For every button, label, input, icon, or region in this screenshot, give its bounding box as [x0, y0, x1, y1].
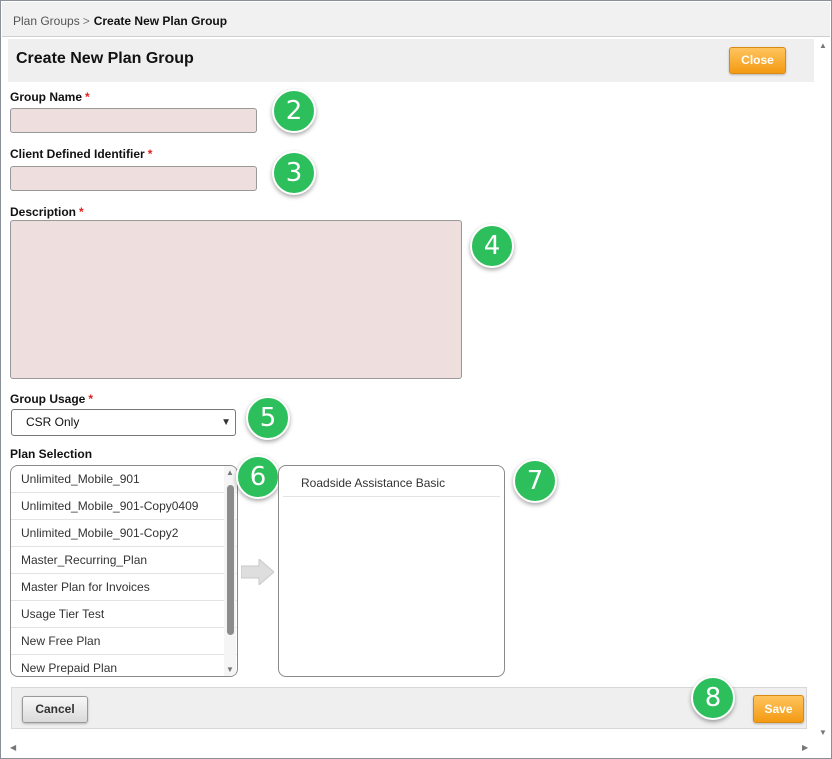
selected-plans-list[interactable]: Roadside Assistance Basic — [278, 465, 505, 677]
client-identifier-label-text: Client Defined Identifier — [10, 147, 145, 161]
list-item[interactable]: New Prepaid Plan — [11, 655, 237, 676]
group-name-label: Group Name * — [10, 90, 90, 104]
group-usage-selected: CSR Only — [26, 415, 80, 429]
save-button[interactable]: Save — [753, 695, 804, 723]
step-badge-5: 5 — [246, 396, 290, 440]
required-marker: * — [88, 392, 94, 406]
horizontal-scrollbar[interactable]: ◀ ▶ — [2, 741, 828, 756]
dialog-window: Plan Groups > Create New Plan Group Create… — [0, 0, 832, 759]
form-footer: Cancel Save — [11, 687, 807, 729]
list-item[interactable]: Unlimited_Mobile_901 — [11, 466, 237, 493]
step-badge-6: 6 — [236, 455, 280, 499]
list-item[interactable]: Master Plan for Invoices — [11, 574, 237, 601]
step-badge-2: 2 — [272, 89, 316, 133]
list-item[interactable]: New Free Plan — [11, 628, 237, 655]
breadcrumb-separator: > — [82, 14, 90, 28]
client-identifier-label: Client Defined Identifier * — [10, 147, 152, 161]
chevron-down-icon: ▼ — [221, 417, 231, 428]
description-label: Description * — [10, 205, 84, 219]
step-badge-3: 3 — [272, 151, 316, 195]
breadcrumb-current: Create New Plan Group — [93, 14, 228, 28]
description-textarea[interactable] — [10, 220, 462, 379]
list-item[interactable]: Usage Tier Test — [11, 601, 237, 628]
group-usage-label-text: Group Usage — [10, 392, 86, 406]
scroll-up-icon[interactable]: ▲ — [819, 41, 827, 50]
scroll-thumb[interactable] — [227, 485, 234, 635]
required-marker: * — [147, 147, 153, 161]
list-scrollbar[interactable]: ▲ ▼ — [224, 466, 236, 676]
step-badge-4: 4 — [470, 224, 514, 268]
scroll-left-icon[interactable]: ◀ — [10, 743, 16, 752]
step-badge-8: 8 — [691, 676, 735, 720]
plan-selection-label: Plan Selection — [10, 447, 93, 461]
required-marker: * — [85, 90, 90, 104]
group-usage-select[interactable]: CSR Only ▼ — [11, 409, 236, 436]
scroll-down-icon[interactable]: ▼ — [225, 665, 235, 674]
required-marker: * — [79, 205, 84, 219]
vertical-scrollbar[interactable]: ▲ ▼ — [814, 37, 830, 741]
breadcrumb: Plan Groups > Create New Plan Group — [2, 2, 830, 37]
page-header: Create New Plan Group Close — [8, 39, 814, 82]
page-title: Create New Plan Group — [16, 50, 194, 67]
group-name-label-text: Group Name — [10, 90, 83, 104]
scroll-right-icon[interactable]: ▶ — [802, 743, 808, 752]
available-plans-list[interactable]: Unlimited_Mobile_901 Unlimited_Mobile_90… — [10, 465, 238, 677]
list-item[interactable]: Unlimited_Mobile_901-Copy2 — [11, 520, 237, 547]
list-item[interactable]: Unlimited_Mobile_901-Copy0409 — [11, 493, 237, 520]
step-badge-7: 7 — [513, 459, 557, 503]
breadcrumb-parent-link[interactable]: Plan Groups — [13, 14, 80, 28]
client-identifier-input[interactable] — [10, 166, 257, 191]
description-label-text: Description — [10, 205, 77, 219]
scroll-down-icon[interactable]: ▼ — [819, 728, 827, 737]
close-button[interactable]: Close — [729, 47, 786, 74]
scroll-up-icon[interactable]: ▲ — [225, 468, 235, 477]
group-usage-label: Group Usage * — [10, 392, 93, 406]
list-item[interactable]: Roadside Assistance Basic — [283, 470, 500, 497]
group-name-input[interactable] — [10, 108, 257, 133]
list-item[interactable]: Master_Recurring_Plan — [11, 547, 237, 574]
cancel-button[interactable]: Cancel — [22, 696, 88, 723]
move-right-arrow-icon[interactable] — [241, 559, 274, 585]
